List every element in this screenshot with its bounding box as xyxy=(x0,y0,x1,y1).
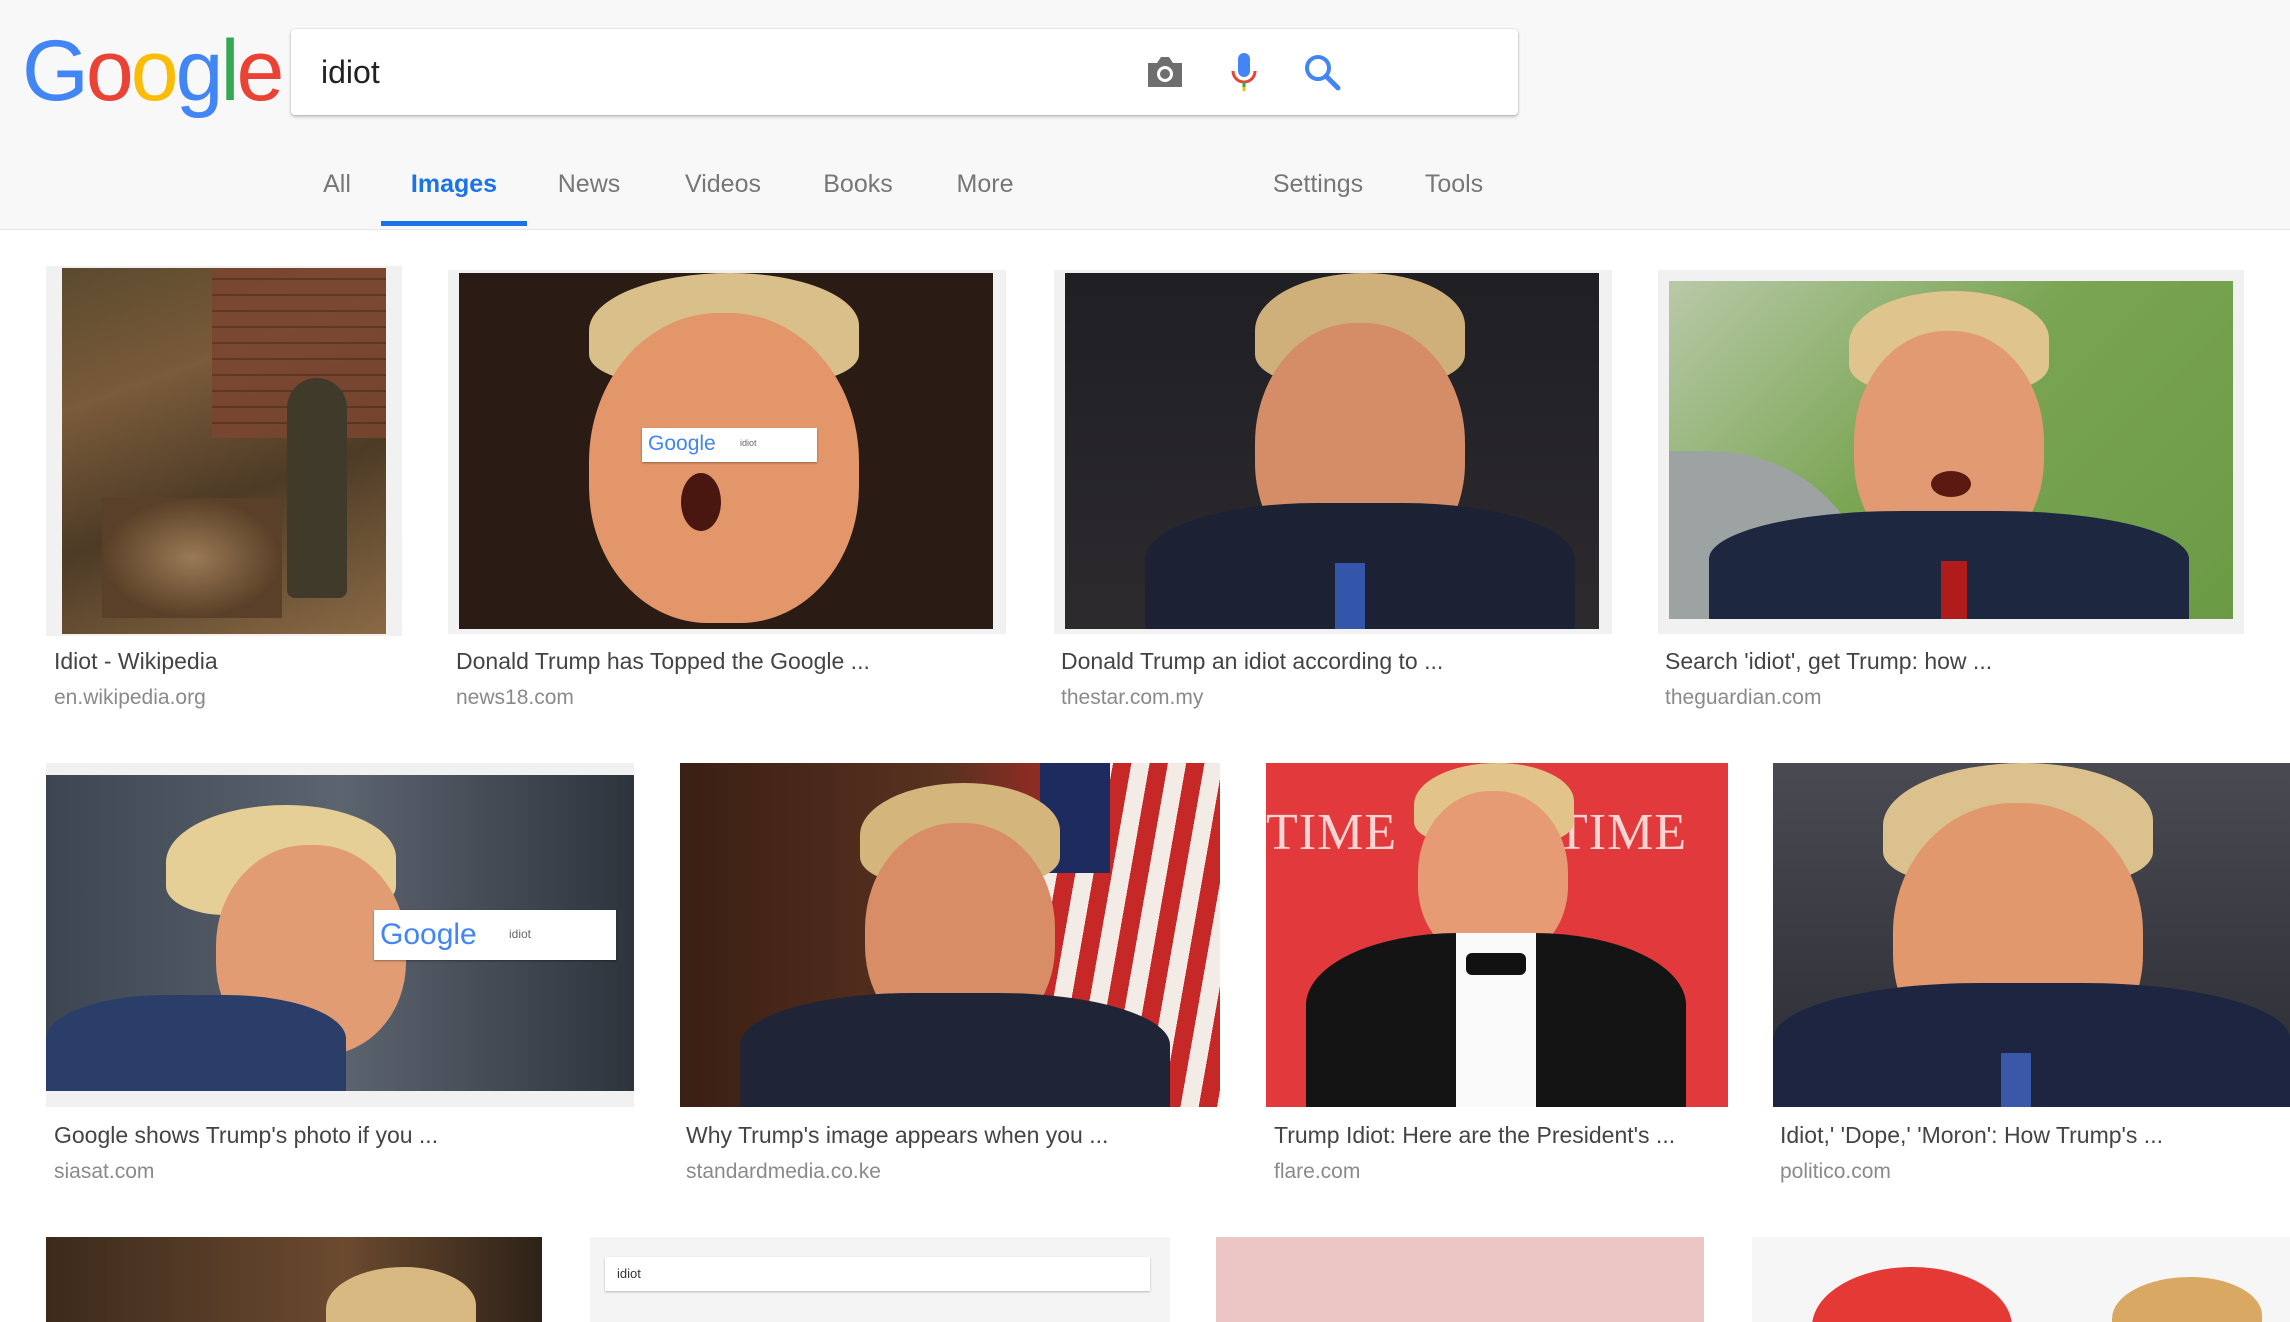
tab-books[interactable]: Books xyxy=(821,150,895,230)
result-image[interactable] xyxy=(1216,1237,1704,1322)
hair xyxy=(2112,1277,2262,1322)
overlay-query: idiot xyxy=(740,438,757,448)
result-domain: siasat.com xyxy=(54,1160,155,1183)
tab-settings[interactable]: Settings xyxy=(1270,150,1366,230)
result-title[interactable]: Why Trump's image appears when you ... xyxy=(686,1122,1108,1149)
logo-letter: o xyxy=(85,23,134,119)
search-input[interactable] xyxy=(321,47,1221,97)
painted-figure xyxy=(287,378,347,598)
result-title[interactable]: Donald Trump an idiot according to ... xyxy=(1061,648,1443,675)
result-domain: thestar.com.my xyxy=(1061,686,1204,709)
overlay-google-word: Google xyxy=(380,918,477,951)
logo-letter: o xyxy=(130,23,179,119)
result-image[interactable] xyxy=(1752,1237,2290,1322)
overlay-query: idiot xyxy=(509,927,532,941)
result-title[interactable]: Idiot,' 'Dope,' 'Moron': How Trump's ... xyxy=(1780,1122,2163,1149)
tie xyxy=(1335,563,1365,629)
tab-tools[interactable]: Tools xyxy=(1422,150,1486,230)
mouth xyxy=(681,473,721,531)
result-title[interactable]: Donald Trump has Topped the Google ... xyxy=(456,648,870,675)
result-image[interactable]: Google idiot xyxy=(46,775,634,1091)
suit xyxy=(1773,983,2290,1107)
result-title[interactable]: Trump Idiot: Here are the President's ..… xyxy=(1274,1122,1675,1149)
tab-all[interactable]: All xyxy=(320,150,354,230)
logo-letter: l xyxy=(220,23,239,119)
result-domain: theguardian.com xyxy=(1665,686,1822,709)
time-logo-right: TIME xyxy=(1556,804,1688,861)
screenshot-query: idiot xyxy=(617,1266,641,1281)
active-tab-indicator xyxy=(381,221,527,226)
red-shape xyxy=(1812,1267,2012,1322)
result-title[interactable]: Google shows Trump's photo if you ... xyxy=(54,1122,438,1149)
result-image[interactable] xyxy=(62,268,386,634)
search-icon[interactable] xyxy=(1300,50,1344,94)
tie xyxy=(1941,561,1967,619)
result-image[interactable] xyxy=(680,763,1220,1107)
suit xyxy=(740,993,1170,1107)
result-domain: news18.com xyxy=(456,686,574,709)
result-domain: flare.com xyxy=(1274,1160,1361,1183)
result-image[interactable] xyxy=(1669,281,2233,619)
camera-icon[interactable] xyxy=(1143,50,1187,94)
tie xyxy=(2001,1053,2031,1107)
tab-more[interactable]: More xyxy=(953,150,1017,230)
logo-letter: g xyxy=(175,23,224,119)
rubble xyxy=(102,498,282,618)
result-image[interactable]: Google idiot xyxy=(459,273,993,629)
google-logo[interactable]: Google xyxy=(22,23,284,119)
result-title[interactable]: Search 'idiot', get Trump: how ... xyxy=(1665,648,1992,675)
tab-videos[interactable]: Videos xyxy=(682,150,764,230)
suit xyxy=(46,995,346,1091)
logo-letter: e xyxy=(236,23,285,119)
tab-news[interactable]: News xyxy=(556,150,622,230)
result-image[interactable] xyxy=(46,1237,542,1322)
microphone-icon[interactable] xyxy=(1222,50,1266,94)
result-image[interactable]: idiot xyxy=(590,1237,1170,1322)
logo-letter: G xyxy=(22,23,89,119)
result-domain: en.wikipedia.org xyxy=(54,686,206,709)
mouth xyxy=(1931,471,1971,497)
screenshot-search-bar: idiot xyxy=(605,1257,1150,1291)
overlay-google-word: Google xyxy=(648,432,716,455)
result-image[interactable] xyxy=(1773,763,2290,1107)
time-logo-left: TIME xyxy=(1266,804,1398,861)
result-domain: politico.com xyxy=(1780,1160,1891,1183)
bow-tie xyxy=(1466,953,1526,975)
google-search-overlay: Google idiot xyxy=(642,428,817,462)
tab-images[interactable]: Images xyxy=(381,150,527,230)
result-title[interactable]: Idiot - Wikipedia xyxy=(54,648,218,675)
google-search-overlay: Google idiot xyxy=(374,910,616,960)
result-domain: standardmedia.co.ke xyxy=(686,1160,881,1183)
search-box xyxy=(291,29,1518,115)
hair xyxy=(326,1267,476,1322)
search-tabs: All Images News Videos Books More Settin… xyxy=(0,150,2290,230)
result-image[interactable] xyxy=(1065,273,1599,629)
result-image[interactable]: TIME TIME xyxy=(1266,763,1728,1107)
header-bar: Google All Images xyxy=(0,0,2290,230)
face xyxy=(589,313,859,623)
